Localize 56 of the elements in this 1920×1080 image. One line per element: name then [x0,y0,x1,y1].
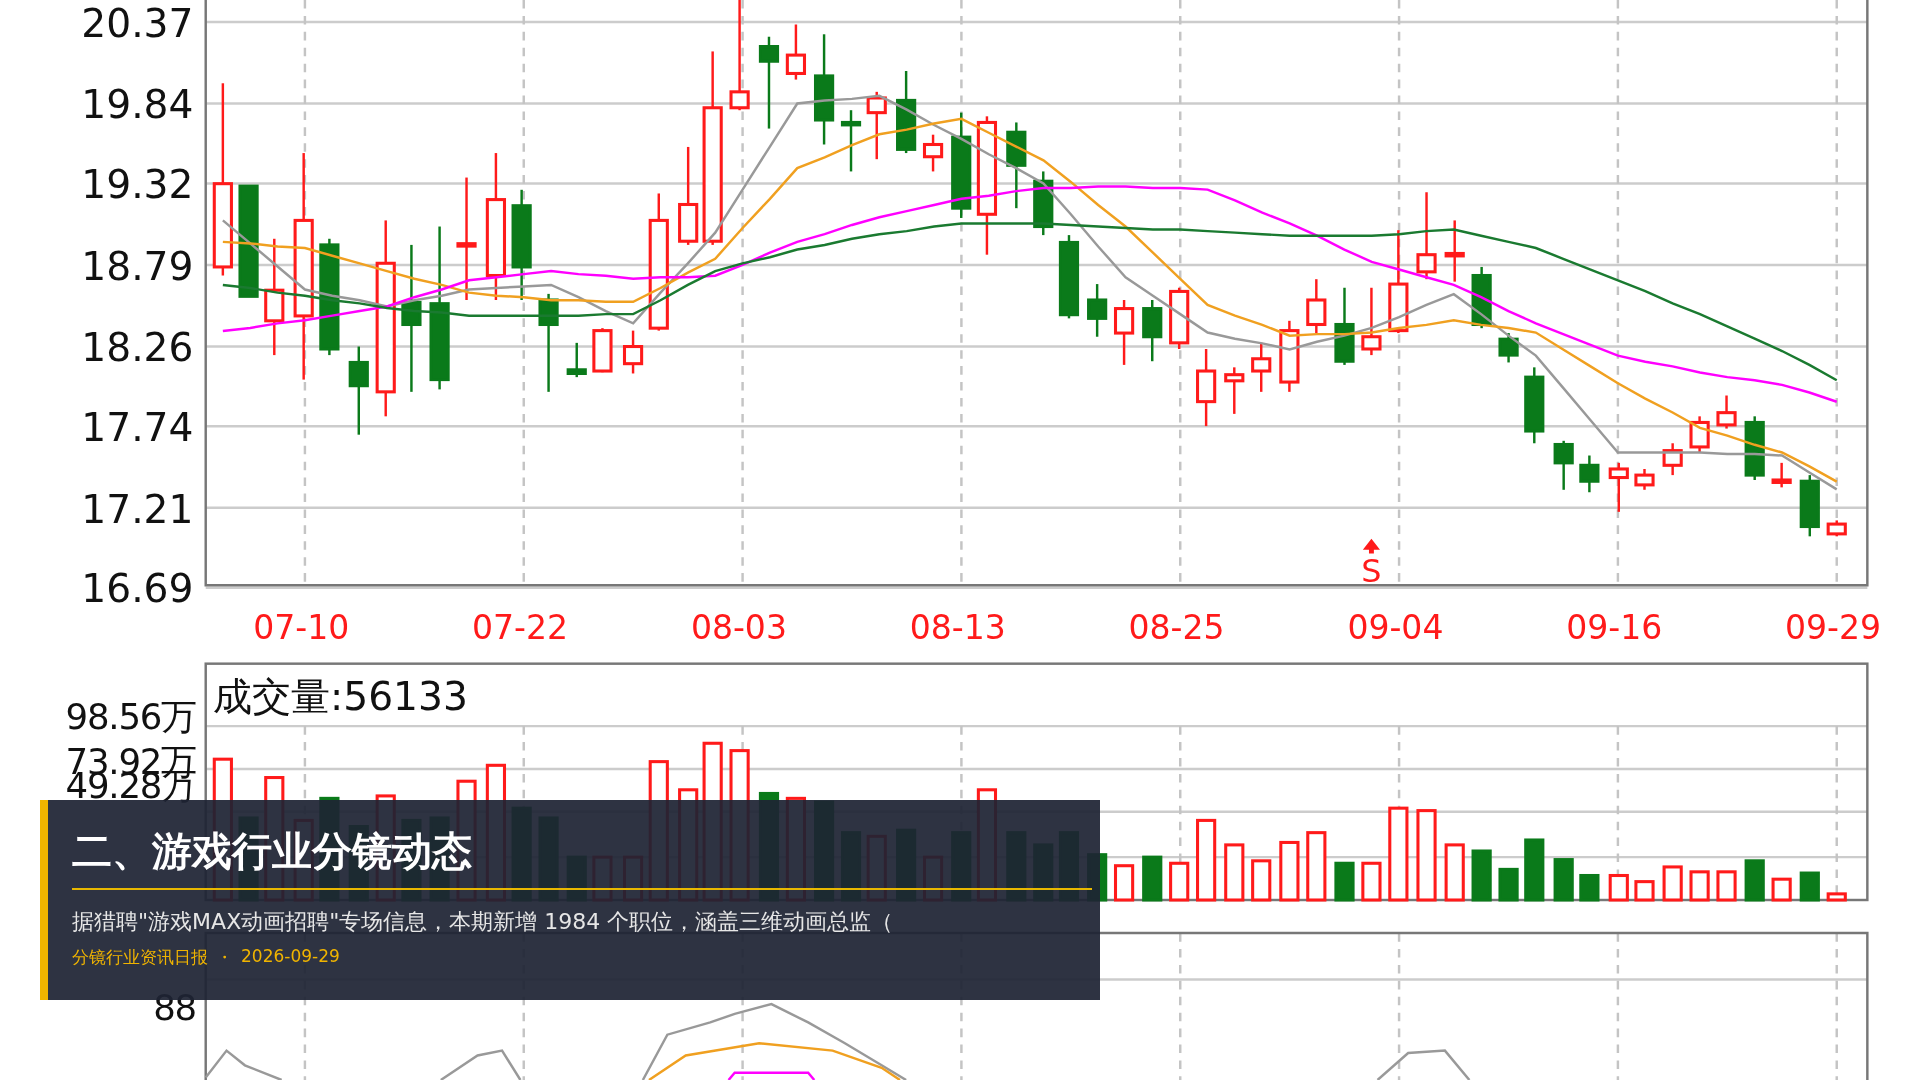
candlestick [1634,469,1655,490]
candlestick [1579,455,1600,493]
candlestick [1744,416,1765,480]
candlestick [1114,300,1135,365]
candlestick [1826,520,1847,537]
candlestick [1498,333,1519,363]
candlestick [622,330,644,374]
signal-marker: S [1361,551,1382,590]
candlestick [1689,416,1710,454]
candlestick [1251,342,1272,392]
candlestick [866,91,887,160]
candlestick [1608,462,1629,512]
candlestick [1142,300,1163,362]
price-axis-label: 17.74 [81,405,194,451]
candlestick [1306,279,1327,334]
candlestick [1361,287,1382,356]
candlestick [1716,395,1737,429]
date-axis-label: 08-25 [1128,608,1225,648]
candlestick [1444,220,1465,282]
news-date: 2026-09-29 [241,946,340,968]
candlestick [1771,462,1792,488]
date-axis-label: 09-04 [1347,608,1444,648]
candlestick [785,24,806,80]
price-axis-label: 20.37 [81,0,194,46]
volume-title: 成交量:56133 [213,674,468,720]
separator-dot: ・ [216,946,233,969]
rsi-axis-label: 88 [153,987,196,1028]
candlestick [1553,440,1574,490]
price-axis-label: 18.79 [81,243,194,289]
date-axis-label: 09-16 [1566,608,1663,648]
candlestick [922,134,944,172]
volume-axis-label: 98.56万 [65,695,196,737]
date-axis-label: 07-22 [472,608,569,648]
price-axis-label: 19.32 [81,162,194,208]
news-summary: 据猎聘"游戏MAX动画招聘"专场信息，本期新增 1984 个职位，涵盖三维动画总监（ [72,908,895,936]
candlestick [1087,284,1108,337]
candlestick [1224,367,1245,414]
date-axis-label: 08-13 [909,608,1006,648]
date-axis-label: 09-29 [1785,608,1882,648]
candlestick [1169,287,1190,349]
date-axis-label: 08-03 [690,608,787,648]
date-axis-label: 07-10 [253,608,350,648]
price-axis-label: 16.69 [81,566,194,612]
candlestick [1662,443,1683,476]
news-title: 二、游戏行业分镜动态 [72,826,473,876]
candlestick [566,342,587,378]
candlestick [1799,475,1820,537]
candlestick [840,110,862,172]
price-axis-label: 17.21 [81,486,194,532]
candlestick [1279,320,1300,392]
price-axis-label: 18.26 [81,325,194,371]
candlestick [1033,171,1054,236]
price-axis-label: 19.84 [81,82,194,128]
candlestick [592,328,613,373]
arrow-icon [1362,538,1380,554]
news-source: 分镜行业资讯日报 [72,946,208,969]
